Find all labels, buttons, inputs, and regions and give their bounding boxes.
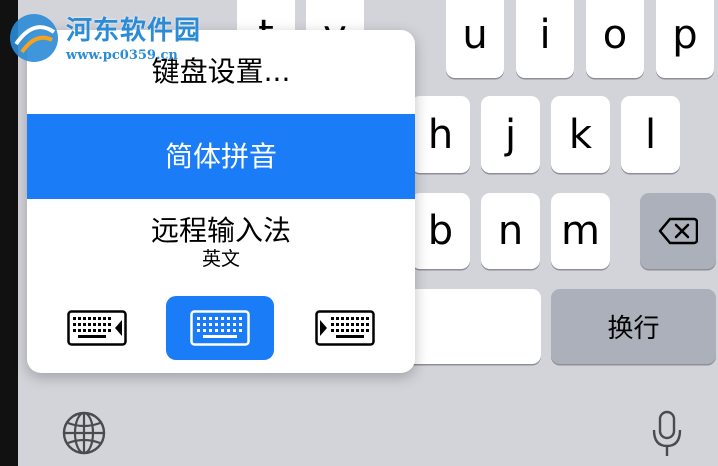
key-h[interactable]: h	[411, 96, 470, 173]
key-m[interactable]: m	[551, 193, 610, 269]
right-keyboard-icon	[315, 310, 375, 346]
full-keyboard-button[interactable]	[166, 296, 274, 360]
menu-item-label: 远程输入法	[150, 214, 291, 247]
key-label: j	[504, 111, 517, 158]
right-keyboard-button[interactable]	[291, 296, 399, 360]
menu-item-sublabel: 英文	[201, 248, 240, 270]
key-p[interactable]: p	[656, 0, 714, 78]
key-u[interactable]: u	[446, 0, 504, 78]
menu-item-label: 简体拼音	[164, 139, 277, 173]
key-label: m	[561, 208, 600, 254]
input-method-popup: 键盘设置... 简体拼音 远程输入法 英文	[27, 30, 415, 373]
key-o[interactable]: o	[586, 0, 644, 78]
watermark-url: www.pc0359.cn	[66, 48, 178, 63]
key-label: u	[462, 12, 488, 58]
key-n[interactable]: n	[481, 193, 540, 269]
key-label: n	[497, 208, 524, 254]
key-label: p	[672, 12, 698, 58]
left-keyboard-icon	[67, 310, 127, 346]
site-logo-icon	[10, 14, 58, 62]
globe-icon[interactable]	[61, 410, 107, 456]
key-i[interactable]: i	[516, 0, 574, 78]
left-keyboard-button[interactable]	[43, 296, 151, 360]
key-label: l	[644, 111, 657, 158]
menu-item-simplified-pinyin[interactable]: 简体拼音	[27, 114, 415, 199]
device-edge	[0, 0, 18, 466]
menu-item-remote-input[interactable]: 远程输入法 英文	[27, 199, 415, 285]
return-key[interactable]: 换行	[551, 289, 716, 364]
key-label: o	[602, 12, 628, 58]
key-label: i	[539, 12, 551, 58]
watermark: 河东软件园 www.pc0359.cn	[4, 4, 214, 66]
key-b[interactable]: b	[411, 193, 470, 269]
key-k[interactable]: k	[551, 96, 610, 173]
watermark-title: 河东软件园	[66, 16, 202, 46]
key-label: b	[427, 208, 454, 254]
return-label: 换行	[607, 314, 660, 344]
microphone-icon[interactable]	[651, 410, 683, 460]
backspace-key[interactable]	[640, 193, 716, 269]
key-l[interactable]: l	[621, 96, 680, 173]
full-keyboard-icon	[190, 310, 250, 346]
backspace-icon	[658, 217, 698, 245]
key-label: h	[427, 111, 454, 158]
key-label: k	[568, 111, 593, 158]
key-j[interactable]: j	[481, 96, 540, 173]
